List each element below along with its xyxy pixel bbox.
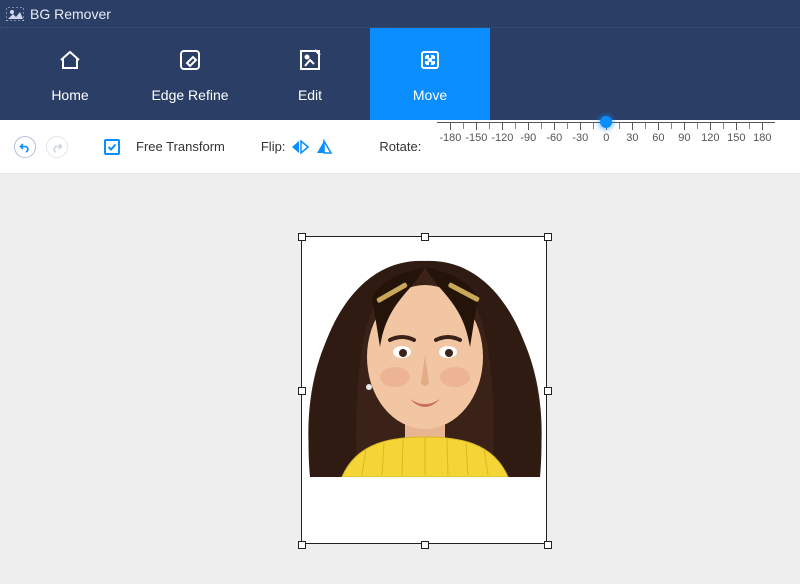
rotate-tick: 30 — [619, 132, 645, 144]
app-title: BG Remover — [30, 6, 111, 22]
rotate-tick: -30 — [567, 132, 593, 144]
flip-horizontal-button[interactable] — [315, 139, 333, 155]
resize-handle-s[interactable] — [421, 541, 429, 549]
undo-button[interactable] — [14, 136, 36, 158]
resize-handle-w[interactable] — [298, 387, 306, 395]
edge-refine-icon — [176, 46, 204, 77]
rotate-tick: 60 — [645, 132, 671, 144]
transform-bounding-box[interactable] — [301, 236, 547, 544]
redo-button[interactable] — [46, 136, 68, 158]
edit-icon — [296, 46, 324, 77]
free-transform-checkbox[interactable] — [104, 139, 120, 155]
flip-vertical-button[interactable] — [291, 139, 309, 155]
nav-home-label: Home — [51, 87, 88, 103]
resize-handle-n[interactable] — [421, 233, 429, 241]
title-bar: BG Remover — [0, 0, 800, 28]
rotate-tick: -120 — [489, 132, 515, 144]
nav-edit-label: Edit — [298, 87, 322, 103]
rotate-tick: -150 — [463, 132, 489, 144]
nav-edge-refine-label: Edge Refine — [151, 87, 228, 103]
app-logo-icon — [6, 7, 24, 21]
subject-image[interactable] — [302, 237, 548, 477]
nav-edge-refine[interactable]: Edge Refine — [130, 28, 250, 120]
rotate-thumb[interactable] — [600, 116, 612, 128]
resize-handle-e[interactable] — [544, 387, 552, 395]
rotate-tick: 90 — [671, 132, 697, 144]
resize-handle-nw[interactable] — [298, 233, 306, 241]
main-nav: Home Edge Refine Edit — [0, 28, 800, 120]
resize-handle-ne[interactable] — [544, 233, 552, 241]
editor-canvas[interactable] — [0, 174, 800, 584]
rotate-tick: -180 — [437, 132, 463, 144]
resize-handle-se[interactable] — [544, 541, 552, 549]
rotate-tick: 0 — [593, 132, 619, 144]
flip-label: Flip: — [261, 139, 286, 154]
rotate-tick: 150 — [723, 132, 749, 144]
rotate-tick: 120 — [697, 132, 723, 144]
resize-handle-sw[interactable] — [298, 541, 306, 549]
rotate-slider[interactable]: -180-150-120-90-60-300306090120150180 — [437, 132, 775, 162]
nav-edit[interactable]: Edit — [250, 28, 370, 120]
rotate-label: Rotate: — [379, 139, 421, 154]
nav-home[interactable]: Home — [10, 28, 130, 120]
rotate-tick: -60 — [541, 132, 567, 144]
nav-move-label: Move — [413, 87, 447, 103]
move-icon — [416, 46, 444, 77]
free-transform-label: Free Transform — [136, 139, 225, 154]
nav-move[interactable]: Move — [370, 28, 490, 120]
rotate-tick: 180 — [749, 132, 775, 144]
home-icon — [56, 46, 84, 77]
rotate-tick: -90 — [515, 132, 541, 144]
move-toolbar: Free Transform Flip: Rotate: -180-150-12… — [0, 120, 800, 174]
